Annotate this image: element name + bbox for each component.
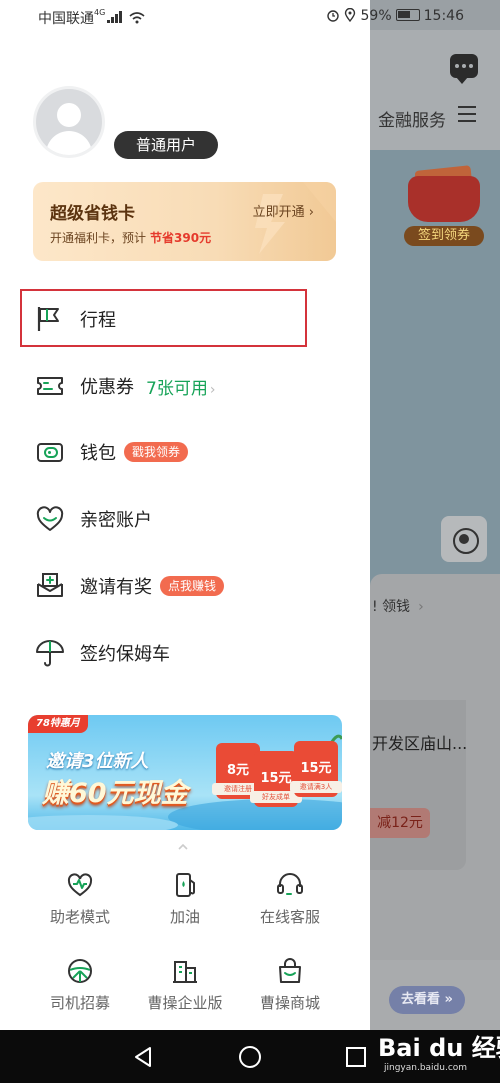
- vip-open-button[interactable]: 立即开通 ›: [253, 201, 314, 220]
- vip-title: 超级省钱卡: [50, 204, 135, 224]
- status-right: 59% 15:46: [326, 7, 464, 24]
- alarm-icon: [326, 10, 339, 22]
- bg-coupon-label[interactable]: 签到领券: [404, 226, 484, 246]
- menu-item-wallet[interactable]: 钱包 戳我领券: [34, 432, 314, 472]
- recents-square-icon[interactable]: [343, 1044, 369, 1070]
- quick-action-fuel[interactable]: 加油: [130, 870, 240, 927]
- bg-goto-button[interactable]: 去看看 »: [389, 986, 465, 1014]
- invite-promo-banner[interactable]: 78特惠月 邀请3位新人 赚60元现金 8元 邀请注册 15元 好友成单 15元…: [28, 715, 342, 830]
- menu-label-nanny-car: 签约保姆车: [80, 644, 170, 665]
- side-drawer: 普通用户 超级省钱卡 立即开通 › 开通福利卡，预计 节省390元 行程 优惠券 …: [0, 0, 370, 1030]
- bg-header: [370, 30, 500, 150]
- invite-promo-tag[interactable]: 点我赚钱: [160, 576, 225, 596]
- quick-action-mall[interactable]: 曹操商城: [235, 956, 345, 1013]
- home-circle-icon[interactable]: [237, 1044, 263, 1070]
- baidu-watermark-url: jingyan.baidu.com: [384, 1063, 468, 1073]
- quick-label-fuel: 加油: [169, 908, 200, 926]
- avatar[interactable]: [36, 89, 102, 155]
- menu-label-coupons: 优惠券: [80, 377, 134, 398]
- bg-discount-badge: 减12元: [370, 808, 430, 838]
- clock-time: 15:46: [423, 8, 464, 24]
- quick-label-driver-recruit: 司机招募: [49, 994, 110, 1012]
- invite-mail-icon: [37, 573, 63, 597]
- quick-action-elder-mode[interactable]: 助老模式: [25, 870, 135, 927]
- battery-percent: 59%: [360, 8, 392, 24]
- menu-label-wallet: 钱包: [80, 443, 116, 464]
- baidu-watermark: Bai du 经验: [378, 1034, 500, 1062]
- menu-item-invite[interactable]: 邀请有奖 点我赚钱: [34, 566, 314, 606]
- signal-icon: [107, 11, 123, 23]
- building-icon: [173, 961, 197, 983]
- bg-card-text[interactable]: ! 领钱 ›: [372, 596, 424, 616]
- menu-item-family-account[interactable]: 亲密账户: [34, 499, 314, 539]
- network-label: 4G: [94, 8, 106, 17]
- quick-label-enterprise: 曹操企业版: [147, 994, 223, 1012]
- promo-ticket: 15元 邀请满3人: [290, 741, 342, 797]
- flag-icon: [37, 307, 59, 331]
- vip-card[interactable]: 超级省钱卡 立即开通 › 开通福利卡，预计 节省390元: [33, 182, 336, 261]
- quick-label-mall: 曹操商城: [259, 994, 320, 1012]
- bg-tab-finance[interactable]: 金融服务: [378, 106, 446, 131]
- promo-line2: 赚60元现金: [42, 778, 188, 809]
- vip-save-amount: 节省390元: [150, 231, 212, 245]
- shopping-bag-icon: [279, 958, 301, 983]
- user-role-badge: 普通用户: [114, 131, 219, 159]
- location-icon: [344, 7, 356, 23]
- headset-icon: [277, 873, 303, 895]
- heart-icon: [36, 506, 64, 531]
- menu-item-nanny-car[interactable]: 签约保姆车: [34, 633, 314, 673]
- message-icon[interactable]: [450, 54, 478, 84]
- menu-label-invite: 邀请有奖: [80, 577, 152, 598]
- elder-heart-icon: [67, 873, 93, 897]
- quick-label-customer-service: 在线客服: [259, 908, 320, 926]
- menu-label-family-account: 亲密账户: [80, 510, 152, 531]
- menu-item-coupons[interactable]: 优惠券 7张可用 ›: [34, 366, 314, 406]
- promo-line1: 邀请3位新人: [46, 751, 149, 772]
- menu-icon[interactable]: [458, 106, 476, 122]
- status-left: 中国联通4G: [38, 8, 145, 28]
- vip-subtitle: 开通福利卡，预计 节省390元: [50, 231, 212, 245]
- bg-card-inner: [370, 700, 466, 870]
- quick-action-enterprise[interactable]: 曹操企业版: [130, 956, 240, 1013]
- steering-wheel-icon: [68, 959, 92, 983]
- coupon-icon: [37, 377, 63, 395]
- wifi-icon: [129, 12, 145, 24]
- quick-action-customer-service[interactable]: 在线客服: [235, 870, 345, 927]
- back-triangle-icon[interactable]: [130, 1044, 156, 1070]
- fuel-icon: [176, 873, 195, 897]
- carrier-label: 中国联通: [38, 11, 94, 27]
- quick-action-driver-recruit[interactable]: 司机招募: [25, 956, 135, 1013]
- battery-icon: [395, 9, 420, 21]
- menu-item-trips[interactable]: 行程: [34, 299, 314, 339]
- coupon-count[interactable]: 7张可用 ›: [146, 374, 215, 399]
- menu-label-trips: 行程: [80, 310, 116, 331]
- wallet-icon: [37, 443, 63, 462]
- umbrella-icon: [36, 640, 64, 667]
- bg-address-text: 开发区庙山...: [372, 734, 468, 753]
- status-bar: 中国联通4G 59% 15:46: [0, 0, 500, 32]
- record-icon[interactable]: [441, 516, 487, 562]
- promo-ticket: 15元 好友成单: [250, 751, 302, 807]
- quick-label-elder-mode: 助老模式: [49, 908, 110, 926]
- promo-tag: 78特惠月: [28, 715, 88, 733]
- wallet-promo-tag[interactable]: 戳我领券: [124, 442, 189, 462]
- chevron-up-icon[interactable]: [176, 840, 190, 854]
